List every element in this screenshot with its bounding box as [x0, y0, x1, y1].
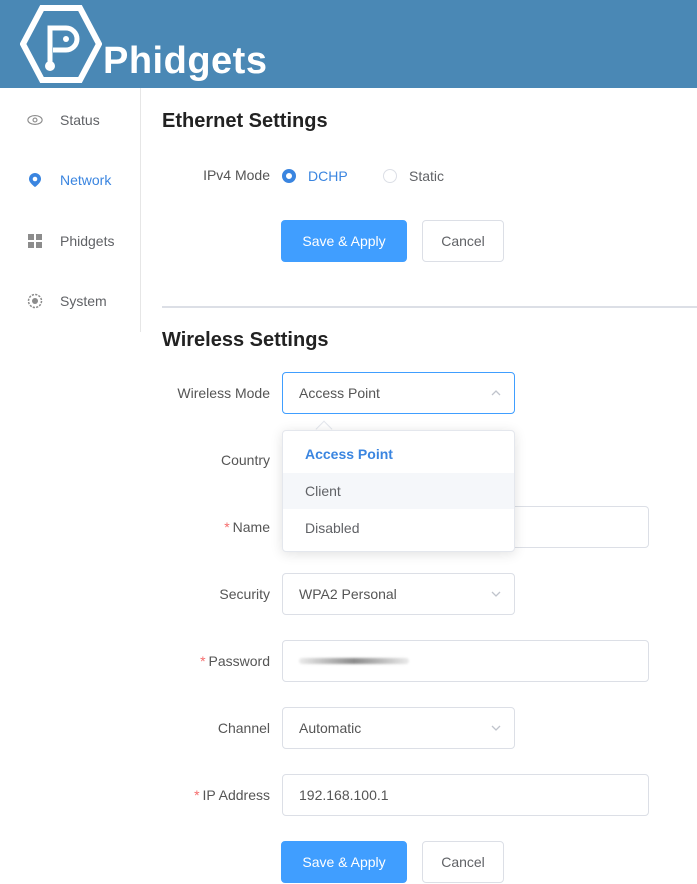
radio-unchecked-icon	[383, 169, 397, 183]
dropdown-option-access-point[interactable]: Access Point	[283, 436, 514, 472]
ethernet-cancel-button[interactable]: Cancel	[422, 220, 504, 262]
phidgets-logo-icon	[20, 5, 102, 83]
channel-label: Channel	[217, 720, 270, 736]
required-marker: *	[194, 787, 200, 803]
ethernet-save-apply-button[interactable]: Save & Apply	[281, 220, 407, 262]
ethernet-settings-title: Ethernet Settings	[162, 110, 328, 132]
security-label: Security	[219, 586, 270, 602]
ip-address-input[interactable]: 192.168.100.1	[282, 774, 649, 816]
ip-address-value: 192.168.100.1	[299, 787, 389, 803]
required-marker: *	[200, 653, 206, 669]
chevron-down-icon	[491, 725, 501, 731]
name-label-text: Name	[232, 519, 270, 535]
ip-address-label: * IP Address	[130, 787, 270, 803]
ipv4-mode-label: IPv4 Mode	[203, 167, 270, 183]
sidebar-item-phidgets[interactable]: Phidgets	[0, 221, 140, 261]
sidebar-item-label: Status	[60, 112, 100, 128]
ip-address-label-text: IP Address	[202, 787, 270, 803]
password-label: * Password	[130, 653, 270, 669]
app-header: Phidgets	[0, 0, 697, 88]
sidebar-item-label: Phidgets	[60, 233, 115, 249]
sidebar-item-system[interactable]: System	[0, 281, 140, 321]
required-marker: *	[224, 519, 230, 535]
dropdown-option-client[interactable]: Client	[283, 473, 514, 509]
password-input[interactable]	[282, 640, 649, 682]
eye-icon	[27, 112, 43, 128]
sidebar-divider	[140, 88, 141, 332]
radio-checked-icon	[282, 169, 296, 183]
sidebar-item-label: System	[60, 293, 107, 309]
wireless-mode-value: Access Point	[299, 385, 380, 401]
section-divider	[162, 306, 697, 308]
sidebar-item-label: Network	[60, 172, 112, 188]
wireless-mode-dropdown: Access Point Client Disabled	[282, 430, 515, 552]
wireless-mode-label: Wireless Mode	[177, 385, 270, 401]
sidebar-item-network[interactable]: Network	[0, 160, 140, 200]
chevron-down-icon	[491, 591, 501, 597]
wireless-cancel-button[interactable]: Cancel	[422, 841, 504, 883]
gear-icon	[27, 293, 43, 309]
wireless-settings-title: Wireless Settings	[162, 329, 329, 351]
sidebar-nav	[0, 88, 141, 884]
grid-icon	[27, 233, 43, 249]
ipv4-dchp-radio[interactable]: DCHP	[282, 168, 348, 184]
name-label: * Name	[130, 519, 270, 535]
security-value: WPA2 Personal	[299, 586, 397, 602]
sidebar-item-status[interactable]: Status	[0, 100, 140, 140]
password-label-text: Password	[208, 653, 270, 669]
radio-label: Static	[409, 168, 445, 184]
radio-label: DCHP	[308, 168, 348, 184]
location-pin-icon	[27, 172, 43, 188]
channel-select[interactable]: Automatic	[282, 707, 515, 749]
brand-name: Phidgets	[103, 40, 268, 82]
security-select[interactable]: WPA2 Personal	[282, 573, 515, 615]
dropdown-option-disabled[interactable]: Disabled	[283, 510, 514, 546]
country-label: Country	[220, 452, 270, 468]
wireless-save-apply-button[interactable]: Save & Apply	[281, 841, 407, 883]
channel-value: Automatic	[299, 720, 362, 736]
chevron-up-icon	[491, 390, 501, 396]
masked-password	[299, 658, 409, 664]
ipv4-static-radio[interactable]: Static	[383, 168, 444, 184]
wireless-mode-select[interactable]: Access Point	[282, 372, 515, 414]
